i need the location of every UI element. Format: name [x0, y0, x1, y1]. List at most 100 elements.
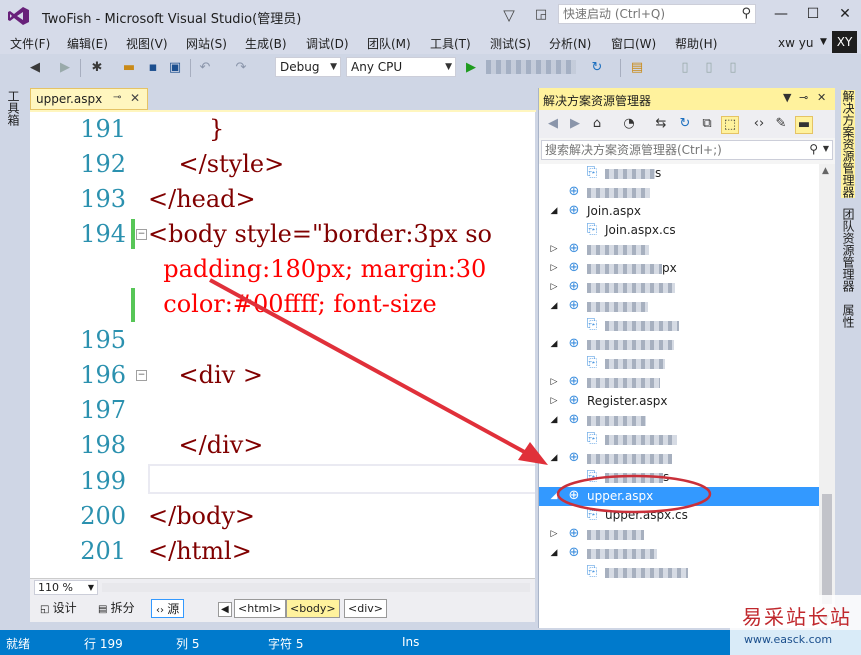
solution-explorer-search[interactable]: ⚲ ▼: [541, 140, 833, 160]
menu-analyze[interactable]: 分析(N): [549, 35, 591, 52]
tree-item[interactable]: ▷ ⊕: [539, 525, 819, 544]
menu-file[interactable]: 文件(F): [10, 35, 50, 52]
tree-item[interactable]: ⎘: [539, 563, 819, 582]
close-button[interactable]: ✕: [830, 2, 860, 26]
menu-tools[interactable]: 工具(T): [430, 35, 471, 52]
tree-item[interactable]: ▷ ⊕: [539, 373, 819, 392]
menu-website[interactable]: 网站(S): [186, 35, 227, 52]
expand-icon[interactable]: ▷: [549, 259, 559, 278]
refresh-icon[interactable]: ↻: [588, 59, 606, 77]
quick-launch[interactable]: ⚲: [558, 4, 756, 24]
tree-item[interactable]: ◢ ⊕: [539, 411, 819, 430]
menu-team[interactable]: 团队(M): [367, 35, 411, 52]
menu-window[interactable]: 窗口(W): [611, 35, 656, 52]
window-position-icon[interactable]: ▼: [783, 91, 791, 104]
tree-item[interactable]: ▷ ⊕: [539, 278, 819, 297]
menu-help[interactable]: 帮助(H): [675, 35, 717, 52]
browser-target-label[interactable]: [486, 60, 576, 74]
redo-icon[interactable]: ↷: [232, 59, 250, 77]
tree-item[interactable]: ▷ ⊕ Register.aspx: [539, 392, 819, 411]
zoom-select[interactable]: 110 % ▼: [34, 580, 98, 595]
solution-configuration-select[interactable]: Debug ▼: [275, 57, 341, 77]
navigate-forward-icon[interactable]: ▶: [56, 59, 74, 77]
tree-item[interactable]: ⊕: [539, 183, 819, 202]
tree-item[interactable]: ⎘ s: [539, 468, 819, 487]
home-icon[interactable]: ⌂: [589, 116, 605, 132]
split-view-button[interactable]: ▤ 拆分: [94, 599, 139, 618]
save-icon[interactable]: ▪: [144, 59, 162, 77]
quick-launch-input[interactable]: [559, 5, 737, 23]
expand-icon[interactable]: ▷: [549, 392, 559, 411]
tree-item[interactable]: ◢ ⊕: [539, 335, 819, 354]
browse-icon[interactable]: ▤: [628, 59, 646, 77]
maximize-button[interactable]: ☐: [798, 2, 828, 26]
sync-with-active-document-icon[interactable]: ⇆: [653, 116, 669, 132]
tree-item[interactable]: ⎘ Join.aspx.cs: [539, 221, 819, 240]
show-all-files-icon[interactable]: ⬚: [721, 116, 739, 134]
menu-test[interactable]: 测试(S): [490, 35, 531, 52]
code-editor[interactable]: 191 192 193 194 195 196 197 198 199 200 …: [30, 112, 535, 578]
undo-icon[interactable]: ↶: [196, 59, 214, 77]
start-debugging-icon[interactable]: ▶: [462, 59, 480, 77]
user-dropdown-icon[interactable]: ▼: [820, 37, 827, 47]
refresh-icon[interactable]: ↻: [677, 116, 693, 132]
save-all-icon[interactable]: ▣: [166, 59, 184, 77]
menu-build[interactable]: 生成(B): [245, 35, 287, 52]
design-view-button[interactable]: ◱ 设计: [36, 599, 81, 618]
solution-platform-select[interactable]: Any CPU ▼: [346, 57, 456, 77]
expand-icon[interactable]: ▷: [549, 525, 559, 544]
breadcrumb-html[interactable]: <html>: [234, 599, 286, 618]
chevron-down-icon[interactable]: ▼: [823, 144, 829, 153]
tree-item[interactable]: ⎘: [539, 430, 819, 449]
team-explorer-tab[interactable]: 团队资源管理器: [841, 208, 855, 292]
solution-explorer-tab[interactable]: 解决方案资源管理器: [841, 90, 855, 198]
horizontal-scrollbar[interactable]: [102, 583, 530, 592]
pin-icon[interactable]: ⊸: [799, 91, 808, 104]
comment-icon[interactable]: ▯: [676, 59, 694, 77]
breadcrumb-body[interactable]: <body>: [286, 599, 340, 618]
tree-item[interactable]: ⎘: [539, 316, 819, 335]
menu-view[interactable]: 视图(V): [126, 35, 168, 52]
menu-edit[interactable]: 编辑(E): [67, 35, 108, 52]
tree-item[interactable]: ⎘ s: [539, 164, 819, 183]
minimize-button[interactable]: —: [766, 2, 796, 26]
close-icon[interactable]: ✕: [130, 91, 140, 105]
tree-item[interactable]: ⎘: [539, 354, 819, 373]
preview-selected-items-icon[interactable]: ▬: [795, 116, 813, 134]
expand-icon[interactable]: ▷: [549, 240, 559, 259]
open-file-icon[interactable]: ▬: [120, 59, 138, 77]
breadcrumb-back-icon[interactable]: ◀: [218, 602, 232, 617]
solution-tree[interactable]: ⎘ s ⊕ ◢ ⊕ Join.aspx ⎘ Join.aspx.cs ▷ ⊕ ▷ ⊕ px ▷ ⊕ ◢ ⊕ ⎘ ◢ ⊕…: [539, 164, 819, 628]
vertical-scrollbar[interactable]: ▲ ▼: [819, 164, 835, 628]
tree-item[interactable]: ◢ ⊕ Join.aspx: [539, 202, 819, 221]
new-project-icon[interactable]: ✱: [88, 59, 106, 77]
uncomment-icon[interactable]: ▯: [700, 59, 718, 77]
source-view-button[interactable]: ‹› 源: [151, 599, 185, 618]
navigate-back-icon[interactable]: ◀: [26, 59, 44, 77]
expanded-icon[interactable]: ◢: [549, 487, 559, 506]
collapse-all-icon[interactable]: ⧉: [699, 116, 715, 132]
expanded-icon[interactable]: ◢: [549, 202, 559, 221]
tree-item[interactable]: ◢ ⊕: [539, 297, 819, 316]
view-code-icon[interactable]: ‹›: [751, 116, 767, 132]
tree-item[interactable]: ◢ ⊕: [539, 449, 819, 468]
scrollbar-thumb[interactable]: [822, 494, 832, 604]
feedback-icon[interactable]: ◲: [530, 4, 552, 26]
search-icon[interactable]: ⚲: [809, 142, 818, 156]
close-icon[interactable]: ✕: [817, 91, 826, 104]
scroll-up-icon[interactable]: ▲: [822, 166, 829, 176]
collapse-icon[interactable]: −: [136, 370, 147, 381]
expanded-icon[interactable]: ◢: [549, 411, 559, 430]
menu-debug[interactable]: 调试(D): [306, 35, 349, 52]
expanded-icon[interactable]: ◢: [549, 449, 559, 468]
pin-icon[interactable]: ⊸: [113, 92, 121, 103]
expanded-icon[interactable]: ◢: [549, 297, 559, 316]
expand-icon[interactable]: ▷: [549, 373, 559, 392]
bookmark-icon[interactable]: ▯: [724, 59, 742, 77]
breadcrumb-div[interactable]: <div>: [344, 599, 387, 618]
tree-item[interactable]: ◢ ⊕: [539, 544, 819, 563]
tree-item[interactable]: ▷ ⊕: [539, 240, 819, 259]
document-tab-upper-aspx[interactable]: upper.aspx ⊸ ✕: [30, 88, 148, 110]
pending-changes-filter-icon[interactable]: ◔: [621, 116, 637, 132]
toolbox-tab[interactable]: 工具箱: [6, 90, 20, 126]
